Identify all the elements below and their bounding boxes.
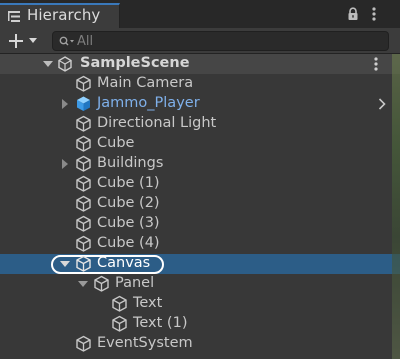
scene-row[interactable]: SampleScene [0, 54, 400, 74]
hierarchy-list-icon [8, 11, 20, 22]
hierarchy-item-jammo-player[interactable]: Jammo_Player [0, 94, 400, 114]
gameobject-cube-icon [76, 115, 91, 132]
search-input[interactable] [77, 32, 377, 50]
hierarchy-item-label: EventSystem [97, 335, 193, 351]
tab-title: Hierarchy [27, 6, 101, 24]
search-icon [59, 36, 74, 46]
gameobject-cube-icon [76, 215, 91, 232]
hierarchy-item-label: Cube [97, 135, 135, 151]
hierarchy-item-text[interactable]: Text [0, 294, 400, 314]
search-field[interactable] [52, 31, 389, 51]
chevron-right-icon[interactable] [378, 98, 386, 110]
hierarchy-item-label: Jammo_Player [97, 95, 200, 111]
expand-arrow-icon[interactable] [60, 99, 70, 109]
hierarchy-window: Hierarchy All SampleScene Main Camera Ja… [0, 0, 400, 359]
create-button[interactable] [4, 31, 42, 51]
hierarchy-item-label: Buildings [97, 155, 164, 171]
hierarchy-item-cube-1[interactable]: Cube (1) [0, 174, 400, 194]
scene-view-edge [392, 54, 400, 359]
gameobject-cube-icon [76, 135, 91, 152]
hierarchy-item-label: Cube (2) [97, 195, 160, 211]
gameobject-cube-icon [76, 75, 91, 92]
gameobject-cube-icon [76, 335, 91, 352]
scene-name: SampleScene [80, 55, 190, 71]
collapse-arrow-icon[interactable] [78, 279, 88, 289]
tab-strip: Hierarchy [0, 0, 400, 28]
gameobject-cube-icon [76, 155, 91, 172]
hierarchy-item-panel[interactable]: Panel [0, 274, 400, 294]
hierarchy-toolbar [0, 28, 400, 54]
hierarchy-item-cube-2[interactable]: Cube (2) [0, 194, 400, 214]
hierarchy-tree: SampleScene Main Camera Jammo_Player Dir… [0, 54, 400, 359]
hierarchy-item-label: Cube (3) [97, 215, 160, 231]
gameobject-cube-icon [94, 275, 109, 292]
hierarchy-item-label: Text [133, 295, 163, 311]
gameobject-cube-icon [76, 175, 91, 192]
unity-logo-icon [58, 56, 72, 72]
hierarchy-item-cube-3[interactable]: Cube (3) [0, 214, 400, 234]
chevron-down-icon [29, 38, 37, 43]
gameobject-cube-icon [76, 195, 91, 212]
gameobject-cube-icon [112, 315, 127, 332]
hierarchy-item-label: Main Camera [97, 75, 194, 91]
scene-menu-icon[interactable] [373, 56, 379, 72]
hierarchy-item-label: Cube (4) [97, 235, 160, 251]
hierarchy-item-label: Canvas [97, 255, 151, 271]
hierarchy-item-text-1[interactable]: Text (1) [0, 314, 400, 334]
lock-icon[interactable] [346, 7, 360, 21]
hierarchy-item-label: Cube (1) [97, 175, 160, 191]
hierarchy-item-buildings[interactable]: Buildings [0, 154, 400, 174]
gameobject-cube-icon [112, 295, 127, 312]
kebab-menu-icon[interactable] [371, 6, 377, 22]
hierarchy-item-label: Panel [115, 275, 155, 291]
tab-hierarchy[interactable]: Hierarchy [0, 3, 120, 28]
hierarchy-item-label: Text (1) [133, 315, 188, 331]
plus-icon [9, 34, 23, 48]
expand-arrow-icon[interactable] [43, 59, 53, 69]
hierarchy-item-label: Directional Light [97, 115, 217, 131]
hierarchy-item-cube-4[interactable]: Cube (4) [0, 234, 400, 254]
prefab-cube-icon [77, 96, 90, 111]
collapse-arrow-icon[interactable] [60, 259, 70, 269]
hierarchy-item-canvas[interactable]: Canvas [0, 254, 400, 274]
expand-arrow-icon[interactable] [60, 159, 70, 169]
hierarchy-item-cube[interactable]: Cube [0, 134, 400, 154]
hierarchy-item-directional-light[interactable]: Directional Light [0, 114, 400, 134]
hierarchy-item-eventsystem[interactable]: EventSystem [0, 334, 400, 354]
gameobject-cube-icon [76, 235, 91, 252]
gameobject-cube-icon [76, 255, 91, 272]
hierarchy-item-main-camera[interactable]: Main Camera [0, 74, 400, 94]
